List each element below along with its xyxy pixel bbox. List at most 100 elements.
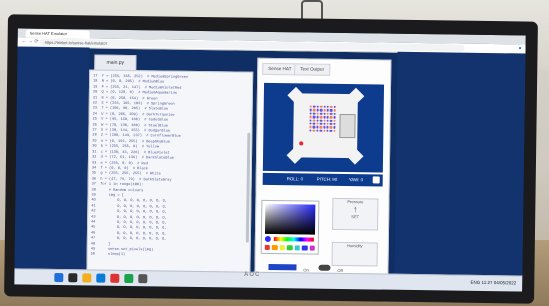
led-pixel[interactable] [323,112,326,115]
led-pixel[interactable] [309,119,312,122]
led-pixel[interactable] [316,129,319,132]
led-pixel[interactable] [316,109,319,112]
led-pixel[interactable] [333,119,336,122]
code-text[interactable]: 17 Y = (255, 165, 252) # MediumSpringGre… [91,75,252,261]
led-pixel[interactable] [316,105,319,109]
color-swatch[interactable] [309,245,315,251]
taskbar-icons[interactable] [54,272,148,284]
settings-icon[interactable] [372,176,380,184]
led-pixel[interactable] [329,105,333,109]
nav-icons[interactable]: ← → ⟳ [22,39,39,45]
code-editor[interactable]: main.py 17 Y = (255, 165, 252) # MediumS… [86,54,258,286]
led-pixel[interactable] [329,109,333,112]
led-pixel[interactable] [316,122,319,125]
led-pixel[interactable] [326,126,329,129]
joystick[interactable] [339,113,356,139]
led-pixel[interactable] [316,115,319,119]
tab-text-output[interactable]: Text Output [294,63,330,76]
color-swatch[interactable] [286,245,293,251]
led-pixel[interactable] [313,108,316,112]
led-pixel[interactable] [316,112,319,115]
led-pixel[interactable] [316,119,319,122]
color-swatch[interactable] [272,245,278,251]
led-pixel[interactable] [312,119,316,122]
led-pixel[interactable] [333,126,336,129]
led-pixel[interactable] [319,129,322,132]
led-pixel[interactable] [322,125,326,129]
color-swatch[interactable] [264,244,271,250]
color-picker[interactable] [260,199,320,255]
led-pixel[interactable] [326,129,329,132]
led-pixel[interactable] [319,105,323,109]
led-pixel[interactable] [329,126,333,129]
taskbar-app-icon[interactable] [96,273,106,283]
led-pixel[interactable] [333,115,336,119]
led-matrix[interactable] [309,105,336,132]
led-pixel[interactable] [323,119,326,122]
pressure-control[interactable]: Pressure ↑ SET [332,197,379,231]
color-swatch[interactable] [301,245,308,251]
led-pixel[interactable] [333,112,336,116]
led-pixel[interactable] [329,119,333,122]
led-pixel[interactable] [329,112,333,115]
tab-sense-hat[interactable]: Sense HAT [262,62,298,76]
taskbar-app-icon[interactable] [68,273,78,283]
led-pixel[interactable] [322,129,326,132]
editor-scrollbar[interactable] [245,132,251,243]
sense-hat-board[interactable] [293,93,358,159]
color-swatch[interactable] [279,245,286,251]
selected-color-bar[interactable] [268,263,297,271]
taskbar-app-icon[interactable] [82,273,92,283]
led-pixel[interactable] [319,115,323,119]
led-pixel[interactable] [309,105,313,108]
led-pixel[interactable] [319,122,323,125]
taskbar-app-icon[interactable] [124,273,134,284]
hue-slider[interactable] [273,237,314,242]
led-pixel[interactable] [323,109,326,112]
led-pixel[interactable] [333,129,336,132]
led-pixel[interactable] [316,125,319,129]
led-pixel[interactable] [312,125,316,129]
led-pixel[interactable] [322,122,326,126]
led-pixel[interactable] [323,105,326,109]
led-pixel[interactable] [312,129,316,132]
led-pixel[interactable] [309,115,312,119]
taskbar-app-icon[interactable] [54,272,64,283]
led-pixel[interactable] [312,115,316,119]
led-pixel[interactable] [333,122,336,126]
led-pixel[interactable] [326,119,329,122]
led-pixel[interactable] [326,115,329,119]
led-pixel[interactable] [309,122,312,125]
led-pixel[interactable] [333,105,336,109]
led-pixel[interactable] [323,115,326,119]
color-swatch[interactable] [294,245,300,251]
led-pixel[interactable] [309,129,312,132]
led-pixel[interactable] [333,109,336,112]
taskbar-app-icon[interactable] [138,274,148,284]
preset-swatches[interactable] [264,244,315,251]
led-pixel[interactable] [313,105,316,108]
toggle-switch[interactable] [318,264,331,271]
taskbar-app-icon[interactable] [110,273,120,283]
editor-file-tab[interactable]: main.py [94,54,137,72]
led-pixel[interactable] [319,125,322,129]
led-pixel[interactable] [326,109,329,112]
code-line[interactable]: 50 sleep(1) [91,253,249,261]
led-pixel[interactable] [319,119,323,122]
led-pixel[interactable] [319,109,323,112]
led-pixel[interactable] [312,112,316,115]
led-pixel[interactable] [326,105,329,109]
led-pixel[interactable] [309,125,312,129]
led-pixel[interactable] [319,112,323,115]
led-pixel[interactable] [326,112,329,115]
saturation-area[interactable] [264,203,316,235]
led-pixel[interactable] [312,122,316,125]
led-pixel[interactable] [309,108,313,112]
led-pixel[interactable] [329,115,333,119]
system-tray[interactable]: ENG 11:27 04/05/2022 [470,280,516,286]
humidity-control[interactable]: Humidity [331,241,378,267]
led-pixel[interactable] [309,112,313,115]
led-pixel[interactable] [329,129,333,132]
profile-icon[interactable]: ● [518,45,521,51]
led-pixel[interactable] [329,122,333,126]
